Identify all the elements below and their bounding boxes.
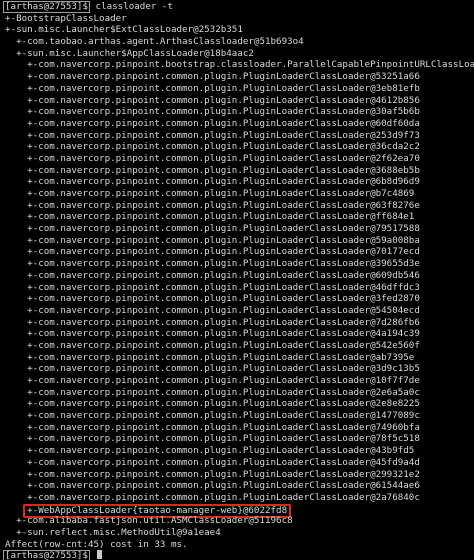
tree-line: +-com.navercorp.pinpoint.common.plugin.P… bbox=[5, 164, 420, 176]
tree-line: +-sun.misc.Launcher$AppClassLoader@18b4a… bbox=[5, 47, 254, 59]
tree-line: +-com.navercorp.pinpoint.common.plugin.P… bbox=[5, 141, 420, 153]
highlighted-line: +-WebAppClassLoader{taotao-manager-web}@… bbox=[0, 503, 474, 518]
tree-line: +-com.navercorp.pinpoint.common.plugin.P… bbox=[5, 269, 420, 281]
tree-line: +-BootstrapClassLoader bbox=[5, 12, 127, 24]
tree-line: +-com.navercorp.pinpoint.common.plugin.P… bbox=[5, 199, 420, 211]
tree-line: +-sun.misc.Launcher$ExtClassLoader@2532b… bbox=[5, 24, 243, 36]
final-prompt: [arthas@27553]$ bbox=[3, 550, 90, 560]
tree-line: +-sun.reflect.misc.MethodUtil@9a1eae4 bbox=[5, 526, 221, 538]
tree-line: +-com.navercorp.pinpoint.common.plugin.P… bbox=[5, 386, 420, 398]
tree-line: +-com.navercorp.pinpoint.common.plugin.P… bbox=[5, 363, 420, 375]
affect-line: Affect(row-cnt:45) cost in 33 ms. bbox=[5, 538, 188, 550]
tree-line: +-com.navercorp.pinpoint.common.plugin.P… bbox=[5, 328, 420, 340]
tree-line: +-com.navercorp.pinpoint.common.plugin.P… bbox=[5, 316, 420, 328]
tree-line: +-com.navercorp.pinpoint.common.plugin.P… bbox=[5, 176, 420, 188]
cursor bbox=[96, 550, 102, 560]
tree-line: +-com.navercorp.pinpoint.common.plugin.P… bbox=[5, 188, 415, 199]
tree-line: +-com.navercorp.pinpoint.common.plugin.P… bbox=[5, 375, 420, 386]
tree-line: +-com.navercorp.pinpoint.common.plugin.P… bbox=[5, 71, 420, 83]
command-line: [arthas@27553]$ classloader -t bbox=[0, 1, 474, 13]
tree-line: +-com.navercorp.pinpoint.common.plugin.P… bbox=[5, 445, 415, 457]
tree-line: +-com.navercorp.pinpoint.common.plugin.P… bbox=[5, 293, 420, 305]
tree-line: +-com.navercorp.pinpoint.common.plugin.P… bbox=[5, 117, 420, 129]
tree-line: +-com.navercorp.pinpoint.common.plugin.P… bbox=[5, 491, 420, 503]
tree-line: +-com.navercorp.pinpoint.common.plugin.P… bbox=[5, 456, 420, 468]
tree-line: +-com.navercorp.pinpoint.bootstrap.class… bbox=[27, 59, 474, 71]
tree-line: +-com.navercorp.pinpoint.common.plugin.P… bbox=[5, 211, 415, 223]
tree-line: +-com.navercorp.pinpoint.common.plugin.P… bbox=[5, 351, 415, 363]
tree-line: +-com.navercorp.pinpoint.common.plugin.P… bbox=[5, 304, 420, 316]
tree-line: +-com.navercorp.pinpoint.common.plugin.P… bbox=[5, 468, 420, 480]
tree-line: +-com.navercorp.pinpoint.common.plugin.P… bbox=[5, 398, 420, 410]
classloader-tree: +-BootstrapClassLoader +-sun.misc.Launche… bbox=[0, 13, 474, 504]
tree-line: +-com.navercorp.pinpoint.common.plugin.P… bbox=[5, 94, 420, 106]
tree-line: +-com.navercorp.pinpoint.common.plugin.P… bbox=[5, 281, 420, 293]
tree-line: +-com.navercorp.pinpoint.common.plugin.P… bbox=[5, 234, 420, 246]
tree-line: +-com.navercorp.pinpoint.common.plugin.P… bbox=[5, 106, 420, 118]
tree-line: +-com.navercorp.pinpoint.common.plugin.P… bbox=[5, 339, 420, 351]
tree-line: +-com.navercorp.pinpoint.common.plugin.P… bbox=[5, 480, 420, 492]
tree-line: +-com.navercorp.pinpoint.common.plugin.P… bbox=[5, 410, 420, 422]
command-text: classloader -t bbox=[95, 1, 173, 12]
tree-line: +-com.taobao.arthas.agent.ArthasClassloa… bbox=[5, 36, 304, 48]
tree-line: +-com.navercorp.pinpoint.common.plugin.P… bbox=[5, 258, 420, 270]
tree-line: +-com.navercorp.pinpoint.common.plugin.P… bbox=[5, 82, 420, 94]
classloader-tree-tail: +-com.alibaba.fastjson.util.ASMClassLoad… bbox=[0, 515, 474, 538]
final-prompt-line[interactable]: [arthas@27553]$ bbox=[0, 550, 474, 560]
prompt: [arthas@27553]$ bbox=[3, 1, 90, 13]
tree-line: +-com.navercorp.pinpoint.common.plugin.P… bbox=[5, 129, 420, 141]
tree-line: +-com.navercorp.pinpoint.common.plugin.P… bbox=[5, 223, 420, 235]
tree-line: +-com.navercorp.pinpoint.common.plugin.P… bbox=[5, 433, 420, 445]
terminal-window[interactable]: [arthas@27553]$ classloader -t +-Bootstr… bbox=[0, 0, 474, 560]
tree-line: +-com.navercorp.pinpoint.common.plugin.P… bbox=[5, 421, 420, 433]
tree-line: +-com.navercorp.pinpoint.common.plugin.P… bbox=[5, 152, 420, 164]
tree-line: +-com.navercorp.pinpoint.common.plugin.P… bbox=[5, 246, 420, 258]
tree-line: +-com.alibaba.fastjson.util.ASMClassLoad… bbox=[5, 515, 293, 527]
